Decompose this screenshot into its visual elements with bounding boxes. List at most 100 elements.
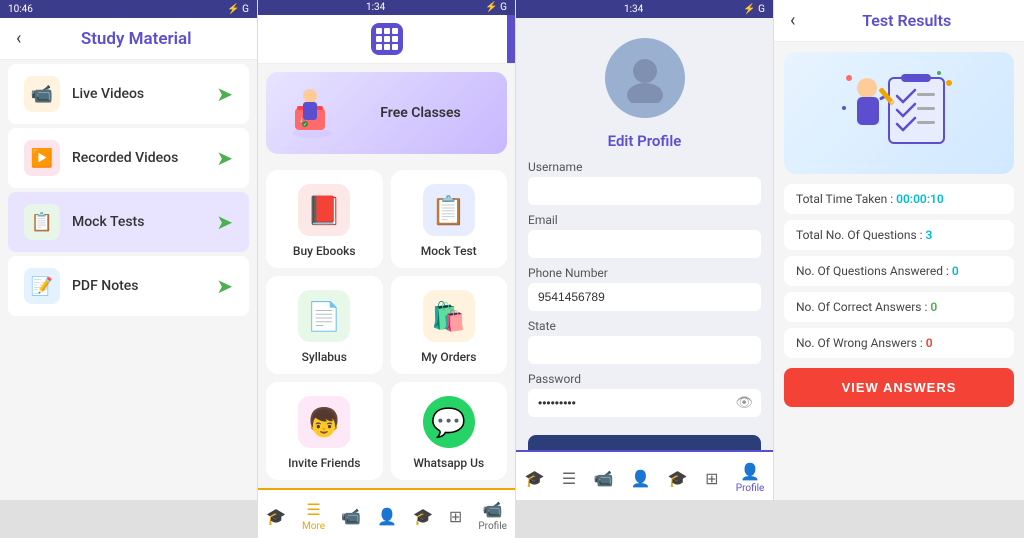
state-label: State	[528, 319, 761, 333]
panel3-bottom-nav: 🎓 ☰ 📹 👤 🎓 ⊞ 👤 Profile	[516, 450, 773, 500]
p3-user-icon: 👤	[631, 469, 651, 488]
avatar	[605, 38, 685, 118]
p3-more-icon: ☰	[562, 469, 576, 488]
panel4-header: ‹ Test Results	[774, 0, 1024, 42]
email-input[interactable]	[528, 230, 761, 258]
purple-bar	[507, 15, 515, 63]
tab-grid[interactable]: ⊞	[441, 505, 470, 528]
grid-label-my-orders: My Orders	[421, 350, 476, 364]
tab-user[interactable]: 👤	[369, 505, 405, 528]
status-bar-2: 1:34 ⚡ G	[258, 0, 515, 15]
grid-icon-syllabus: 📄	[298, 290, 350, 342]
status-time-1: 10:46	[8, 4, 33, 15]
p3-tab-grid[interactable]: ⊞	[697, 467, 726, 490]
grid-icon[interactable]	[371, 23, 403, 55]
grid-icon-invite-friends: 👦	[298, 396, 350, 448]
grid-dots	[376, 28, 398, 50]
grid-item-whatsapp-us[interactable]: 💬 Whatsapp Us	[391, 382, 508, 480]
menu-item-pdf-notes[interactable]: 📝 PDF Notes ➤	[8, 256, 249, 316]
menu-arrow-pdf-notes: ➤	[216, 274, 233, 298]
p3-tab-profile[interactable]: 👤 Profile	[728, 460, 773, 496]
grid-label-invite-friends: Invite Friends	[288, 456, 360, 470]
dot	[376, 44, 382, 50]
grid-icon-buy-ebooks: 📕	[298, 184, 350, 236]
back-button-4[interactable]: ‹	[790, 10, 795, 31]
dot	[392, 36, 398, 42]
p3-tab-videos[interactable]: 📹	[585, 467, 621, 490]
menu-icon-recorded-videos: ▶️	[24, 140, 60, 176]
dot	[392, 28, 398, 34]
username-label: Username	[528, 160, 761, 174]
avatar-section	[516, 18, 773, 128]
p3-tab-courses[interactable]: 🎓	[660, 467, 696, 490]
study-material-panel: 10:46 ⚡ G ‹ Study Material 📹 Live Videos…	[0, 0, 258, 500]
state-input[interactable]	[528, 336, 761, 364]
username-input[interactable]	[528, 177, 761, 205]
dot	[384, 28, 390, 34]
free-classes-banner[interactable]: ↓ ✓ Free Classes	[266, 72, 507, 154]
back-button-1[interactable]: ‹	[16, 28, 21, 49]
password-input[interactable]	[528, 389, 761, 417]
grid-label-mock-test: Mock Test	[421, 244, 477, 258]
view-answers-button[interactable]: VIEW ANSWERS	[784, 368, 1014, 407]
result-total-q: Total No. Of Questions : 3	[784, 220, 1014, 250]
menu-arrow-mock-tests: ➤	[216, 210, 233, 234]
password-field: Password 👁	[528, 372, 761, 417]
p3-tab-home[interactable]: 🎓	[517, 467, 553, 490]
grid-item-my-orders[interactable]: 🛍️ My Orders	[391, 276, 508, 374]
eye-icon[interactable]: 👁	[735, 395, 753, 411]
grid-item-syllabus[interactable]: 📄 Syllabus	[266, 276, 383, 374]
total-q-value: 3	[926, 228, 933, 242]
grid-label-whatsapp-us: Whatsapp Us	[413, 456, 484, 470]
grid-label-syllabus: Syllabus	[302, 350, 347, 364]
state-field: State	[528, 319, 761, 364]
grid-container: 📕 Buy Ebooks 📋 Mock Test 📄 Syllabus 🛍️ M…	[258, 162, 515, 488]
menu-label-live-videos: Live Videos	[72, 86, 204, 102]
update-profile-button[interactable]: UPDATE PROFILE	[528, 435, 761, 450]
tab-home[interactable]: 🎓	[258, 505, 294, 528]
menu-list: 📹 Live Videos ➤ ▶️ Recorded Videos ➤ 📋 M…	[0, 60, 257, 320]
menu-icon-live-videos: 📹	[24, 76, 60, 112]
videos-icon: 📹	[341, 507, 361, 526]
menu-item-recorded-videos[interactable]: ▶️ Recorded Videos ➤	[8, 128, 249, 188]
panel1-header: ‹ Study Material	[0, 18, 257, 60]
grid-item-buy-ebooks[interactable]: 📕 Buy Ebooks	[266, 170, 383, 268]
status-right-2: ⚡ G	[485, 2, 507, 13]
more-label: More	[302, 521, 325, 532]
grid-item-mock-test[interactable]: 📋 Mock Test	[391, 170, 508, 268]
svg-text:✓: ✓	[303, 122, 307, 128]
menu-item-mock-tests[interactable]: 📋 Mock Tests ➤	[8, 192, 249, 252]
courses-icon: 🎓	[413, 507, 433, 526]
avatar-svg	[620, 53, 670, 103]
dot	[384, 36, 390, 42]
grid-item-invite-friends[interactable]: 👦 Invite Friends	[266, 382, 383, 480]
p3-tab-user[interactable]: 👤	[623, 467, 659, 490]
result-answered: No. Of Questions Answered : 0	[784, 256, 1014, 286]
result-time: Total Time Taken : 00:00:10	[784, 184, 1014, 214]
menu-label-recorded-videos: Recorded Videos	[72, 150, 204, 166]
profile-label: Profile	[478, 521, 507, 532]
p3-tab-more[interactable]: ☰	[554, 467, 584, 490]
tab-courses[interactable]: 🎓	[405, 505, 441, 528]
test-results-panel: ‹ Test Results	[774, 0, 1024, 500]
wrong-value: 0	[926, 336, 933, 350]
app-grid-panel: 1:34 ⚡ G	[258, 0, 516, 500]
grid-icon-whatsapp-us: 💬	[423, 396, 475, 448]
tab-videos[interactable]: 📹	[333, 505, 369, 528]
answered-value: 0	[952, 264, 959, 278]
menu-label-pdf-notes: PDF Notes	[72, 278, 204, 294]
correct-label: No. Of Correct Answers :	[796, 300, 930, 314]
p3-courses-icon: 🎓	[668, 469, 688, 488]
result-cards: Total Time Taken : 00:00:10 Total No. Of…	[774, 184, 1024, 358]
grid-label-buy-ebooks: Buy Ebooks	[293, 244, 356, 258]
grid-icon-mock-test: 📋	[423, 184, 475, 236]
menu-item-live-videos[interactable]: 📹 Live Videos ➤	[8, 64, 249, 124]
status-right-3: ⚡ G	[743, 4, 765, 15]
tab-more[interactable]: ☰ More	[294, 498, 333, 534]
answered-label: No. Of Questions Answered :	[796, 264, 952, 278]
tab-profile[interactable]: 📹 Profile	[470, 498, 515, 534]
phone-input[interactable]	[528, 283, 761, 311]
more-icon: ☰	[306, 500, 320, 519]
menu-label-mock-tests: Mock Tests	[72, 214, 204, 230]
status-time-3: 1:34	[624, 4, 643, 15]
